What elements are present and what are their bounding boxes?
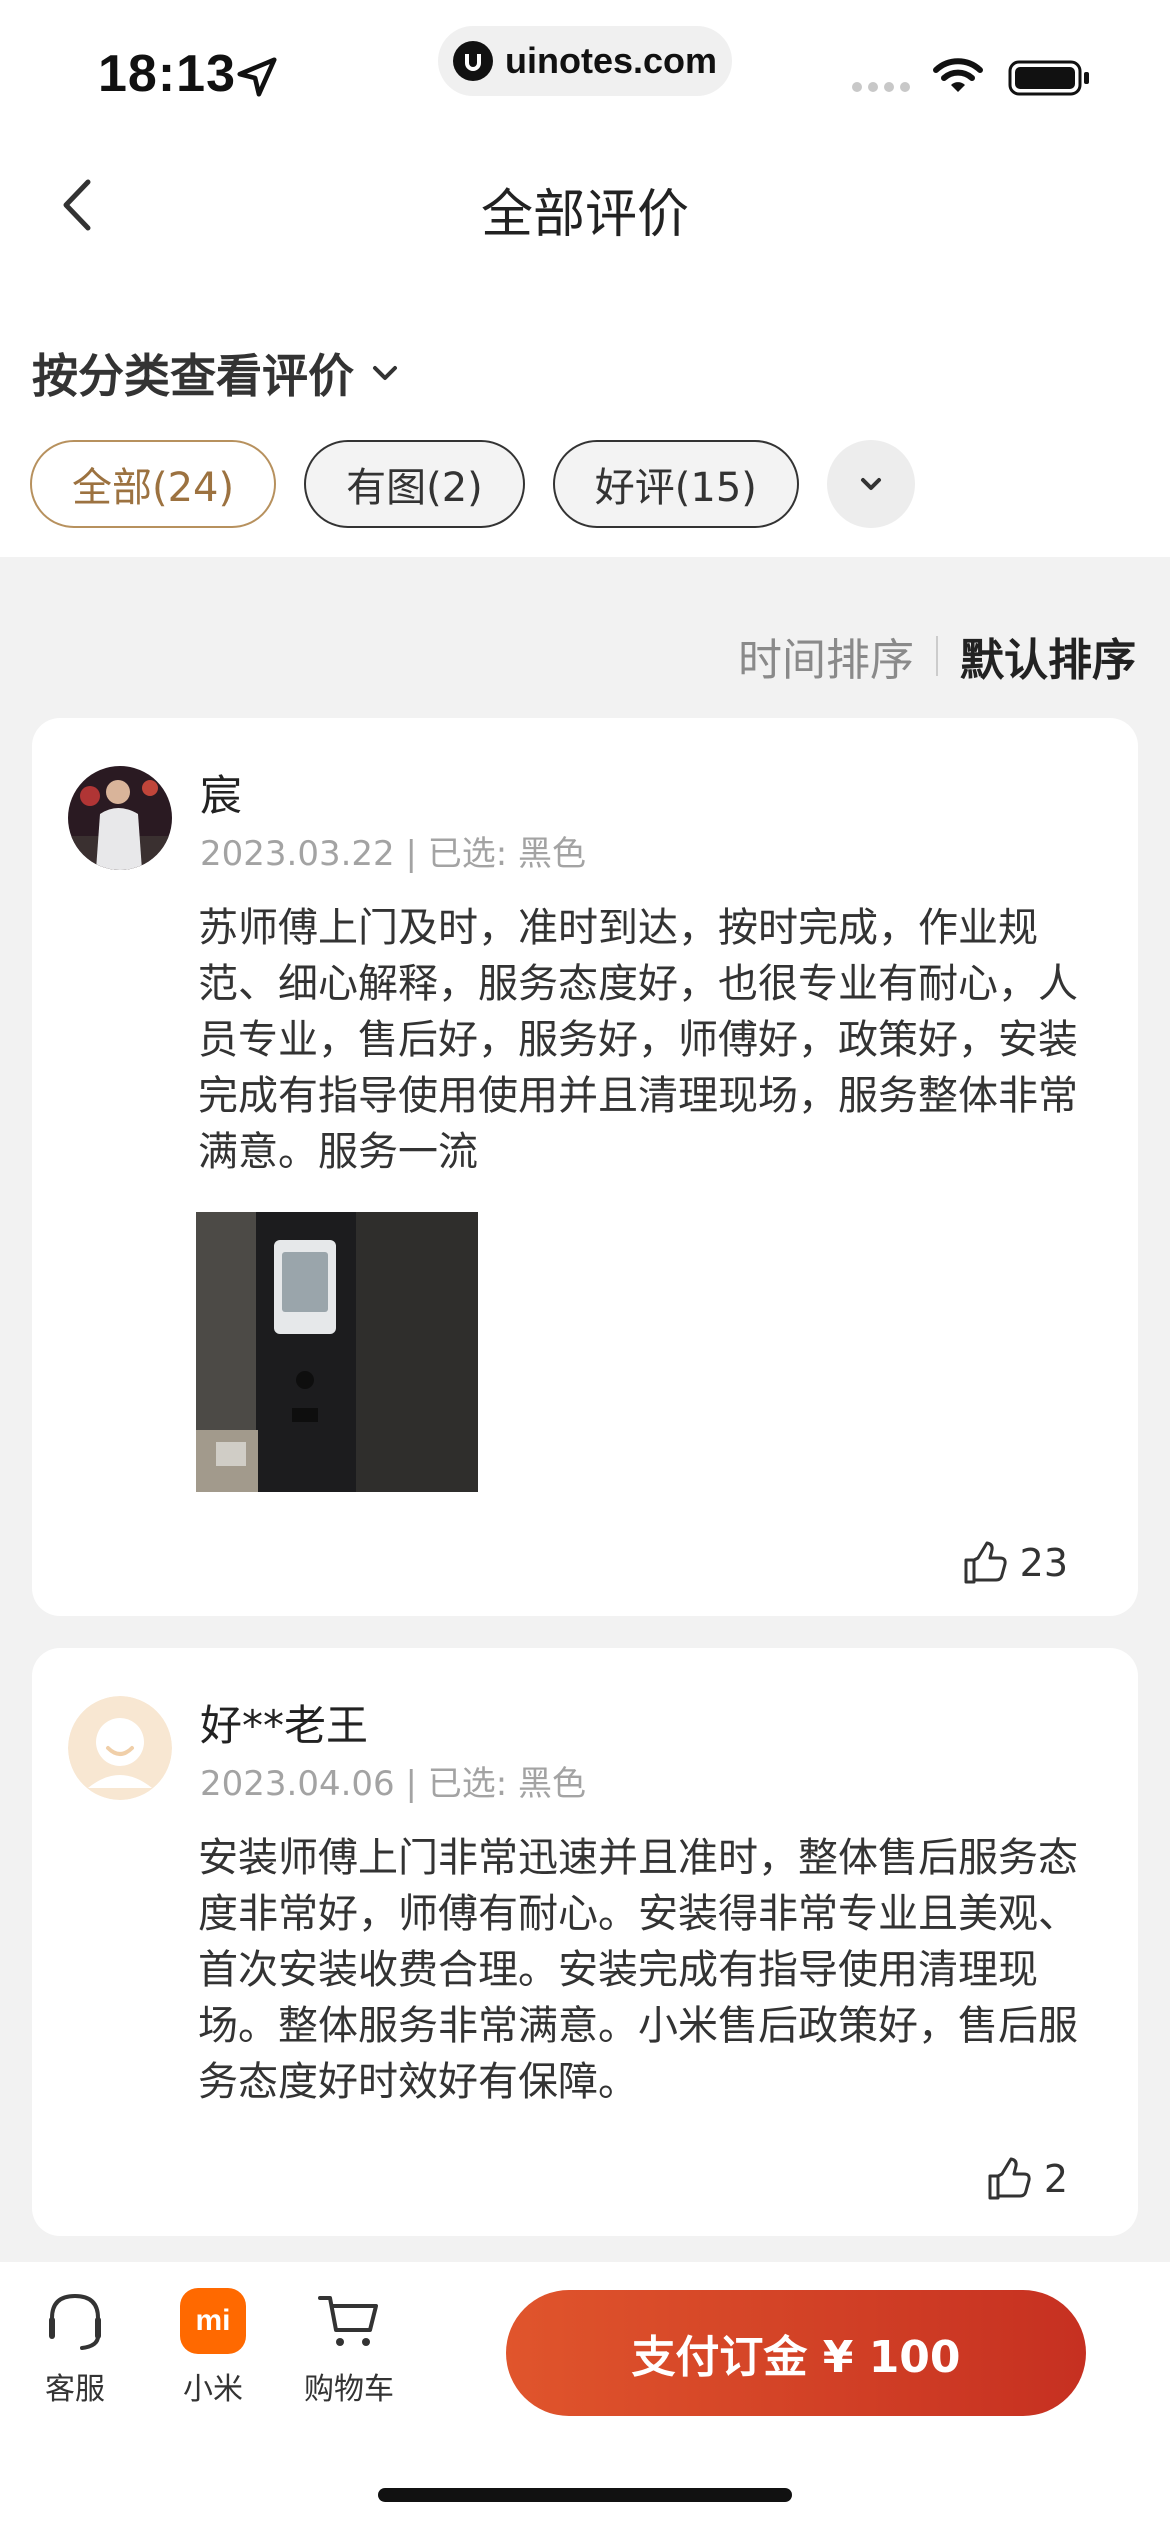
review-card: 宸 2023.03.22 | 已选: 黑色 苏师傅上门及时，准时到达，按时完成，…	[32, 718, 1138, 1616]
like-count: 2	[1043, 2157, 1068, 2201]
filter-chips: 全部(24) 有图(2) 好评(15)	[30, 440, 915, 528]
status-bar: 18:13 uinotes.com	[0, 0, 1170, 140]
review-text: 苏师傅上门及时，准时到达，按时完成，作业规范、细心解释，服务态度好，也很专业有耐…	[198, 905, 1078, 1175]
cart-label: 购物车	[304, 2372, 394, 2407]
like-count: 23	[1019, 1541, 1068, 1585]
review-meta: 2023.04.06 | 已选: 黑色	[200, 1764, 587, 1804]
chip-positive[interactable]: 好评(15)	[552, 440, 799, 528]
site-logo-icon	[452, 41, 493, 81]
reviewer-name: 宸	[200, 771, 243, 820]
chevron-down-icon	[860, 478, 881, 490]
chip-all[interactable]: 全部(24)	[30, 440, 277, 528]
location-arrow-icon	[237, 57, 277, 97]
category-filter-toggle[interactable]: 按分类查看评价	[32, 340, 402, 406]
status-time: 18:13	[98, 45, 236, 103]
avatar[interactable]	[68, 766, 172, 870]
review-photo[interactable]	[196, 1212, 478, 1492]
url-text: uinotes.com	[504, 40, 718, 81]
battery-icon	[1008, 60, 1089, 96]
reviewer-name: 好**老王	[200, 1701, 369, 1750]
review-text: 安装师傅上门非常迅速并且准时，整体售后服务态度非常好，师傅有耐心。安装得非常专业…	[198, 1835, 1078, 2105]
avatar[interactable]	[68, 1696, 172, 1800]
home-indicator[interactable]	[378, 2488, 792, 2502]
mi-logo-icon: mi	[180, 2288, 246, 2354]
sort-by-time[interactable]: 时间排序	[738, 624, 914, 688]
url-pill[interactable]: uinotes.com	[438, 26, 732, 96]
review-meta: 2023.03.22 | 已选: 黑色	[200, 834, 587, 874]
review-card: 好**老王 2023.04.06 | 已选: 黑色 安装师傅上门非常迅速并且准时…	[32, 1648, 1138, 2236]
page-title: 全部评价	[480, 185, 689, 245]
like-button[interactable]: 23	[962, 1540, 1068, 1586]
chip-with-photos[interactable]: 有图(2)	[304, 440, 525, 528]
like-button[interactable]: 2	[986, 2156, 1068, 2202]
headset-icon	[49, 2293, 101, 2350]
mi-label: 小米	[183, 2372, 243, 2407]
sort-divider	[936, 636, 938, 676]
wifi-icon	[933, 58, 983, 92]
sort-default[interactable]: 默认排序	[960, 624, 1136, 688]
customer-service-label: 客服	[45, 2372, 105, 2407]
sort-options: 时间排序 默认排序	[738, 624, 1136, 688]
chevron-down-icon	[373, 366, 397, 380]
more-chips-button[interactable]	[826, 440, 915, 528]
pay-deposit-button[interactable]: 支付订金 ¥ 100	[506, 2290, 1086, 2416]
thumbs-up-icon	[964, 1541, 1007, 1584]
customer-service-button[interactable]: 客服	[42, 2288, 108, 2408]
cart-icon	[318, 2296, 378, 2346]
cellular-signal-icon	[852, 82, 910, 92]
filter-heading-label: 按分类查看评价	[32, 349, 354, 403]
mi-store-button[interactable]: mi 小米	[180, 2288, 246, 2408]
cart-button[interactable]: 购物车	[304, 2288, 394, 2408]
thumbs-up-icon	[988, 2157, 1031, 2200]
